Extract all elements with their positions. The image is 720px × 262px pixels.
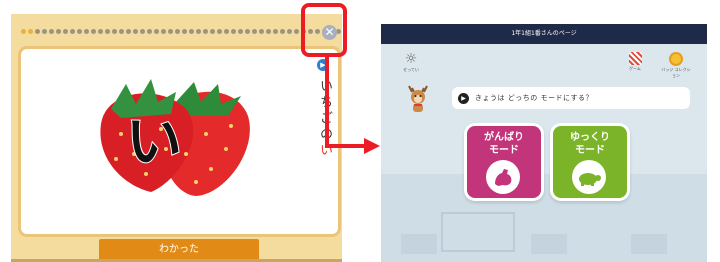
settings-label: せってい: [403, 67, 419, 72]
student-page-screen: 1年1組1番さんのページ ☼ せってい ゲーム バッジ コレクション ▶ きょう…: [381, 24, 707, 262]
classroom-desk: [631, 234, 667, 254]
hard-mode-label: がんばり モード: [484, 132, 524, 156]
game-label: ゲーム: [629, 66, 641, 71]
classroom-desk: [531, 234, 567, 254]
mode-icon-circle: [486, 160, 520, 194]
classroom-board: [441, 212, 515, 252]
mascot-deer-icon: [408, 85, 428, 112]
prompt-text: きょうは どっちの モードにする？: [475, 94, 594, 102]
prompt-bubble: ▶ きょうは どっちの モードにする？: [452, 87, 690, 109]
cards-icon: [628, 52, 642, 65]
badge-collection-button[interactable]: バッジ コレクション: [661, 52, 691, 79]
slow-mode-label: ゆっくり モード: [570, 132, 610, 156]
game-button[interactable]: ゲーム: [621, 52, 649, 72]
gear-icon: ☼: [404, 51, 418, 67]
badge-label: バッジ コレクション: [661, 67, 691, 78]
play-audio-button[interactable]: ▶: [458, 92, 469, 104]
window-title: 1年1組1番さんのページ: [381, 24, 707, 44]
mode-icon-circle: [572, 160, 606, 194]
hard-mode-button[interactable]: がんばり モード: [467, 126, 541, 198]
classroom-desk: [401, 234, 437, 254]
medal-icon: [669, 52, 683, 66]
slow-mode-button[interactable]: ゆっくり モード: [553, 126, 627, 198]
flexed-arm-icon: [495, 169, 512, 186]
settings-button[interactable]: ☼ せってい: [401, 52, 421, 73]
turtle-icon: [579, 173, 601, 186]
